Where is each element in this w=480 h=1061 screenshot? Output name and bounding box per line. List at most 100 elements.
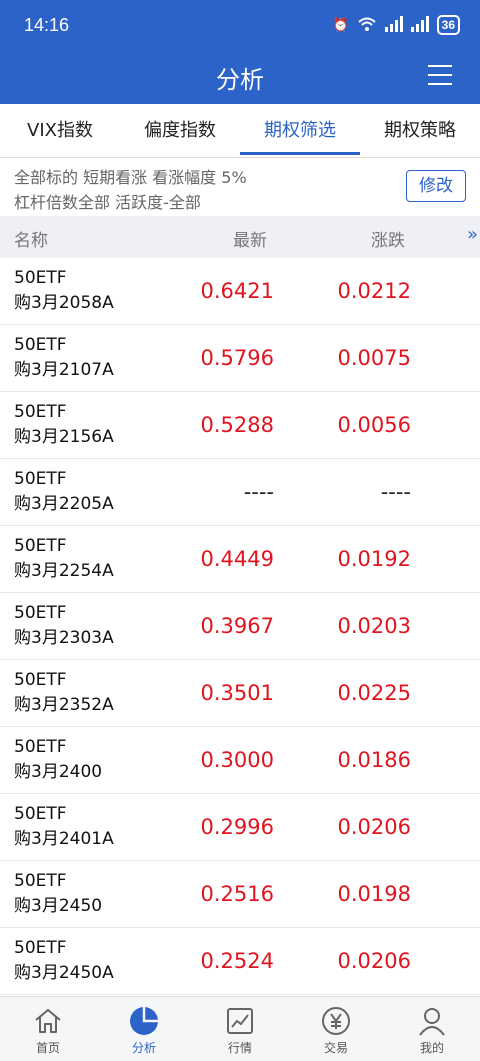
underlying-name: 50ETF — [14, 603, 67, 623]
nav-analysis-label: 分析 — [131, 1041, 156, 1055]
filter-summary: 全部标的 短期看涨 看涨幅度 5% 杠杆倍数全部 活跃度-全部 修改 — [0, 158, 480, 216]
underlying-name: 50ETF — [14, 670, 67, 690]
contract-name: 购3月2352A — [14, 695, 114, 715]
table-row[interactable]: 50ETF 购3月2303A 0.3967 0.0203 — [0, 593, 480, 660]
option-name: 50ETF 购3月2156A — [14, 400, 114, 450]
table-row[interactable]: 50ETF 购3月2400 0.3000 0.0186 — [0, 727, 480, 794]
table-row[interactable]: 50ETF 购3月2401A 0.2996 0.0206 — [0, 794, 480, 861]
contract-name: 购3月2450 — [14, 896, 103, 916]
contract-name: 购3月2400 — [14, 762, 103, 782]
price-change: 0.0203 — [337, 614, 411, 638]
option-name: 50ETF 购3月2450A — [14, 936, 114, 986]
status-bar: 14:16 ⏰ 36 — [0, 0, 480, 50]
column-header-change[interactable]: 涨跌 — [371, 226, 405, 251]
alarm-icon: ⏰ — [332, 17, 349, 32]
table-row[interactable]: 50ETF 购3月2352A 0.3501 0.0225 — [0, 660, 480, 727]
table-row[interactable]: 50ETF 购3月2107A 0.5796 0.0075 — [0, 325, 480, 392]
tab-bar: VIX指数 偏度指数 期权筛选 期权策略 — [0, 104, 480, 158]
contract-name: 购3月2401A — [14, 829, 114, 849]
latest-price: 0.5288 — [200, 413, 274, 437]
tab-option-filter[interactable]: 期权筛选 — [240, 104, 360, 158]
latest-price: 0.4449 — [200, 547, 274, 571]
table-row[interactable]: 50ETF 购3月2450A 0.2524 0.0206 — [0, 928, 480, 995]
contract-name: 购3月2058A — [14, 293, 114, 313]
wifi-icon — [357, 16, 377, 35]
price-change: 0.0225 — [337, 681, 411, 705]
table-header: 名称 最新 涨跌 » — [0, 216, 480, 258]
price-change: 0.0075 — [337, 346, 411, 370]
underlying-name: 50ETF — [14, 268, 67, 288]
battery-icon: 36 — [436, 15, 460, 35]
option-name: 50ETF 购3月2107A — [14, 333, 114, 383]
nav-mine[interactable]: 我的 — [384, 997, 480, 1061]
column-header-latest[interactable]: 最新 — [233, 226, 267, 251]
menu-icon[interactable] — [428, 63, 452, 87]
edit-filter-button[interactable]: 修改 — [406, 170, 466, 202]
option-name: 50ETF 购3月2254A — [14, 534, 114, 584]
table-row[interactable]: 50ETF 购3月2156A 0.5288 0.0056 — [0, 392, 480, 459]
option-name: 50ETF 购3月2450 — [14, 869, 102, 919]
latest-price: 0.2516 — [200, 882, 274, 906]
price-change: ---- — [380, 480, 411, 504]
nav-mine-label: 我的 — [419, 1041, 444, 1055]
nav-market[interactable]: 行情 — [192, 997, 288, 1061]
latest-price: 0.6421 — [200, 279, 274, 303]
contract-name: 购3月2205A — [14, 494, 114, 514]
filter-line-1: 全部标的 短期看涨 看涨幅度 5% — [14, 168, 247, 187]
option-name: 50ETF 购3月2401A — [14, 802, 114, 852]
price-change: 0.0198 — [337, 882, 411, 906]
option-name: 50ETF 购3月2303A — [14, 601, 114, 651]
status-icons: ⏰ 36 — [332, 15, 460, 35]
latest-price: 0.3967 — [200, 614, 274, 638]
table-row[interactable]: 50ETF 购3月2254A 0.4449 0.0192 — [0, 526, 480, 593]
table-row[interactable]: 50ETF 购3月2205A ---- ---- — [0, 459, 480, 526]
underlying-name: 50ETF — [14, 938, 67, 958]
latest-price: 0.2524 — [200, 949, 274, 973]
nav-home[interactable]: 首页 — [0, 997, 96, 1061]
price-change: 0.0206 — [337, 949, 411, 973]
user-icon — [419, 1008, 445, 1036]
contract-name: 购3月2450A — [14, 963, 114, 983]
pie-chart-icon — [130, 1007, 158, 1035]
home-icon — [35, 1009, 61, 1033]
option-name: 50ETF 购3月2352A — [14, 668, 114, 718]
signal-icon — [384, 15, 403, 35]
contract-name: 购3月2254A — [14, 561, 114, 581]
nav-home-label: 首页 — [35, 1041, 60, 1055]
status-time: 14:16 — [24, 15, 70, 35]
table-row[interactable]: 50ETF 购3月2058A 0.6421 0.0212 — [0, 258, 480, 325]
contract-name: 购3月2303A — [14, 628, 114, 648]
contract-name: 购3月2107A — [14, 360, 114, 380]
underlying-name: 50ETF — [14, 737, 67, 757]
price-change: 0.0192 — [337, 547, 411, 571]
option-name: 50ETF 购3月2058A — [14, 266, 114, 316]
tab-skew[interactable]: 偏度指数 — [120, 104, 240, 158]
app-header: 分析 — [0, 50, 480, 104]
price-change: 0.0212 — [337, 279, 411, 303]
latest-price: 0.3000 — [200, 748, 274, 772]
latest-price: 0.3501 — [200, 681, 274, 705]
nav-market-label: 行情 — [227, 1041, 252, 1055]
nav-trade[interactable]: 交易 — [288, 997, 384, 1061]
column-header-name[interactable]: 名称 — [14, 226, 48, 251]
nav-trade-label: 交易 — [323, 1041, 348, 1055]
more-columns-icon[interactable]: » — [467, 224, 478, 245]
nav-analysis[interactable]: 分析 — [96, 997, 192, 1061]
price-change: 0.0056 — [337, 413, 411, 437]
latest-price: 0.5796 — [200, 346, 274, 370]
latest-price: 0.2996 — [200, 815, 274, 839]
tab-option-strategy[interactable]: 期权策略 — [360, 104, 480, 158]
filter-line-2: 杠杆倍数全部 活跃度-全部 — [14, 193, 201, 212]
yen-icon — [322, 1007, 350, 1035]
line-chart-icon — [227, 1008, 253, 1034]
option-name: 50ETF 购3月2205A — [14, 467, 114, 517]
contract-name: 购3月2156A — [14, 427, 114, 447]
signal-icon-2 — [410, 15, 429, 35]
price-change: 0.0186 — [337, 748, 411, 772]
active-tab-indicator — [240, 152, 360, 155]
table-row[interactable]: 50ETF 购3月2450 0.2516 0.0198 — [0, 861, 480, 928]
tab-vix[interactable]: VIX指数 — [0, 104, 120, 158]
underlying-name: 50ETF — [14, 335, 67, 355]
option-list: 50ETF 购3月2058A 0.6421 0.0212 50ETF 购3月2107… — [0, 258, 480, 995]
underlying-name: 50ETF — [14, 469, 67, 489]
